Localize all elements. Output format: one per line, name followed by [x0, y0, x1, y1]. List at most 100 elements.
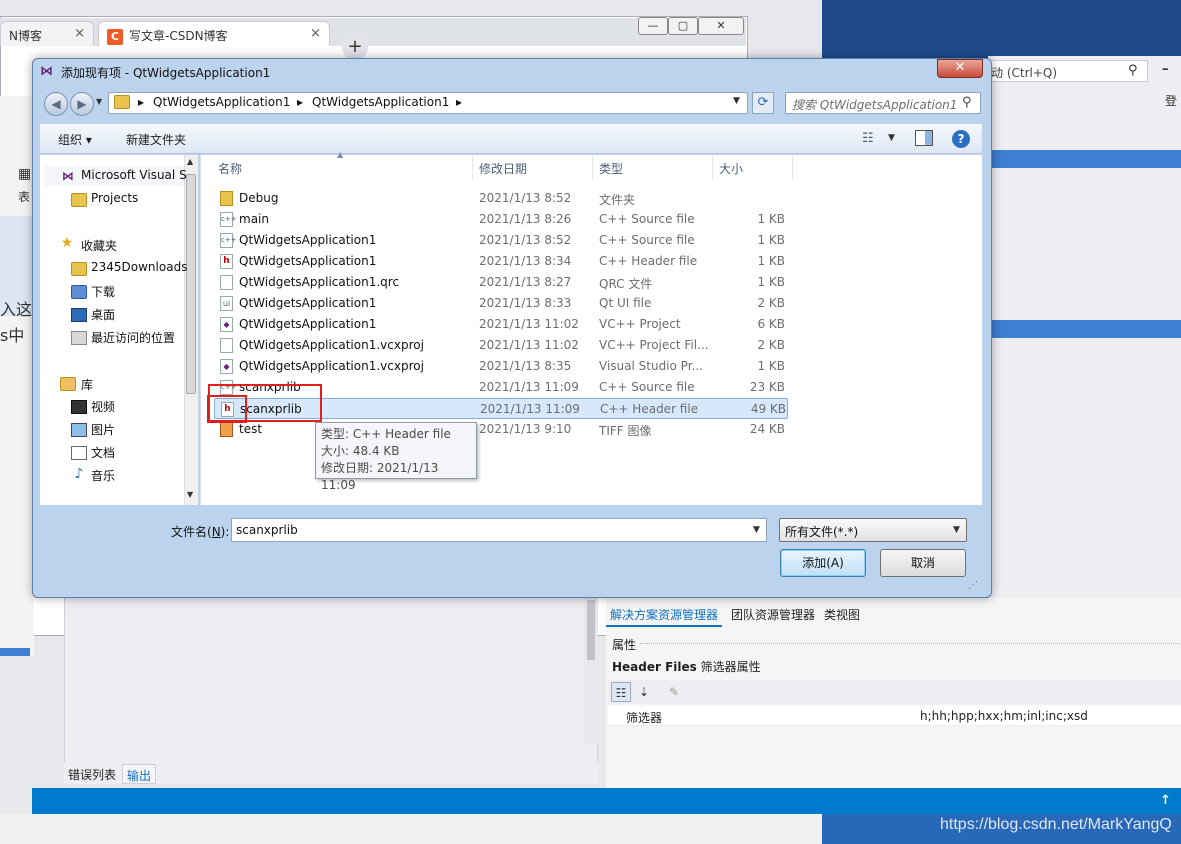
- column-divider[interactable]: [592, 156, 593, 180]
- preview-pane-icon[interactable]: [915, 130, 933, 146]
- history-dropdown-icon[interactable]: ▼: [96, 97, 102, 106]
- output-panel: [64, 596, 598, 764]
- close-icon[interactable]: ×: [310, 26, 321, 41]
- help-button[interactable]: ?: [952, 130, 970, 148]
- column-divider[interactable]: [792, 156, 793, 180]
- nav-item-documents[interactable]: 文档: [91, 444, 115, 461]
- forward-button[interactable]: ▶: [70, 92, 94, 116]
- search-input[interactable]: 搜索 QtWidgetsApplication1: [785, 92, 981, 114]
- property-value[interactable]: h;hh;hpp;hxx;hm;inl;inc;xsd: [920, 709, 1088, 723]
- tab-solution-explorer[interactable]: 解决方案资源管理器: [606, 604, 723, 627]
- add-button[interactable]: 添加(A): [780, 549, 866, 577]
- address-dropdown-icon[interactable]: ▼: [733, 96, 740, 106]
- refresh-button[interactable]: ⟳: [752, 92, 774, 114]
- close-icon[interactable]: ×: [74, 26, 85, 41]
- sort-alpha-icon[interactable]: ⇣: [634, 682, 654, 702]
- dialog-close-button[interactable]: ✕: [937, 59, 983, 78]
- column-header-size[interactable]: 大小: [719, 160, 743, 177]
- file-row[interactable]: QtWidgetsApplication1.vcxproj 2021/1/13 1…: [214, 335, 788, 356]
- new-tab-button[interactable]: +: [342, 34, 368, 60]
- file-date: 2021/1/13 11:09: [479, 380, 579, 394]
- chevron-right-icon[interactable]: ▸: [138, 95, 144, 109]
- resize-grip-icon[interactable]: ⋰: [968, 580, 978, 591]
- tab-error-list[interactable]: 错误列表: [64, 764, 120, 784]
- file-date: 2021/1/13 8:35: [479, 359, 572, 373]
- output-scroll-thumb[interactable]: [587, 600, 595, 660]
- file-type: C++ Source file: [599, 233, 695, 247]
- folder-icon: [71, 193, 87, 207]
- filetype-dropdown-icon[interactable]: ▼: [953, 525, 960, 535]
- tab-team-explorer[interactable]: 团队资源管理器: [727, 604, 819, 625]
- new-folder-button[interactable]: 新建文件夹: [126, 131, 186, 148]
- vs-quick-launch[interactable]: 动 (Ctrl+Q): [988, 60, 1148, 82]
- scroll-up-icon[interactable]: ▲: [187, 157, 193, 166]
- file-size: 1 KB: [757, 275, 785, 289]
- nav-item-libraries[interactable]: 库: [81, 376, 93, 393]
- vs-login-link[interactable]: 登: [1165, 92, 1177, 109]
- tooltip-size: 大小: 48.4 KB: [321, 444, 400, 458]
- cancel-button[interactable]: 取消: [880, 549, 966, 577]
- file-row[interactable]: c++ QtWidgetsApplication1 2021/1/13 8:52 C+…: [214, 230, 788, 251]
- breadcrumb-item[interactable]: QtWidgetsApplication1: [153, 95, 290, 109]
- back-button[interactable]: ◀: [44, 92, 68, 116]
- nav-item-pictures[interactable]: 图片: [91, 421, 115, 438]
- minimize-button[interactable]: —: [638, 17, 668, 35]
- browser-tab-write-article[interactable]: C 写文章-CSDN博客 ×: [98, 21, 330, 46]
- view-options-icon[interactable]: ☷: [862, 131, 874, 146]
- nav-item-visual-studio[interactable]: Microsoft Visual S: [81, 168, 187, 182]
- tab-output[interactable]: 输出: [122, 764, 157, 784]
- table-icon: ▦: [18, 166, 32, 182]
- nav-item-videos[interactable]: 视频: [91, 398, 115, 415]
- column-header-date[interactable]: 修改日期: [479, 160, 527, 177]
- chevron-right-icon[interactable]: ▸: [297, 95, 303, 109]
- file-row[interactable]: h QtWidgetsApplication1 2021/1/13 8:34 C++ …: [214, 251, 788, 272]
- wrench-icon[interactable]: ✎: [664, 682, 684, 702]
- column-header-type[interactable]: 类型: [599, 160, 623, 177]
- organize-button[interactable]: 组织 ▾: [58, 131, 92, 148]
- chevron-right-icon[interactable]: ▸: [456, 95, 462, 109]
- file-row[interactable]: Debug 2021/1/13 8:52 文件夹: [214, 188, 788, 209]
- star-icon: ★: [60, 235, 74, 251]
- scroll-down-icon[interactable]: ▼: [187, 490, 193, 499]
- browser-tab-csdn[interactable]: N博客 ×: [0, 21, 94, 46]
- nav-item-downloads[interactable]: 下载: [91, 283, 115, 300]
- tab-class-view[interactable]: 类视图: [820, 604, 864, 625]
- close-button[interactable]: ✕: [698, 17, 744, 35]
- picture-icon: [71, 423, 87, 437]
- arrow-up-icon[interactable]: ↑: [1160, 793, 1171, 808]
- file-row[interactable]: c++ main 2021/1/13 8:26 C++ Source file 1 KB: [214, 209, 788, 230]
- cpp-file-icon: c++: [220, 212, 237, 227]
- nav-scroll-thumb[interactable]: [186, 174, 196, 394]
- nav-item-desktop[interactable]: 桌面: [91, 306, 115, 323]
- file-file-icon: [220, 275, 233, 290]
- breadcrumb-item[interactable]: QtWidgetsApplication1: [312, 95, 449, 109]
- h-file-icon: h: [220, 254, 233, 269]
- maximize-button[interactable]: ▢: [668, 17, 698, 35]
- file-date: 2021/1/13 8:34: [479, 254, 572, 268]
- nav-item-favorites[interactable]: 收藏夹: [81, 237, 117, 254]
- tiff-file-icon: [220, 422, 233, 437]
- column-divider[interactable]: [472, 156, 473, 180]
- file-row[interactable]: QtWidgetsApplication1.qrc 2021/1/13 8:27 Q…: [214, 272, 788, 293]
- minimize-icon[interactable]: –: [1162, 62, 1169, 77]
- column-divider[interactable]: [712, 156, 713, 180]
- filename-input[interactable]: scanxprlib: [231, 518, 767, 542]
- property-row[interactable]: 筛选器 h;hh;hpp;hxx;hm;inl;inc;xsd: [608, 706, 1181, 726]
- nav-item-downloads-2345[interactable]: 2345Downloads: [91, 260, 187, 274]
- nav-item-projects[interactable]: Projects: [91, 191, 138, 205]
- filetype-select[interactable]: 所有文件(*.*): [779, 518, 967, 542]
- categorized-icon[interactable]: ☷: [611, 682, 631, 702]
- file-row[interactable]: test 2021/1/13 9:10 TIFF 图像 24 KB: [214, 419, 788, 440]
- file-row[interactable]: ui QtWidgetsApplication1 2021/1/13 8:33 Qt …: [214, 293, 788, 314]
- column-header-name[interactable]: 名称: [218, 160, 242, 177]
- properties-object-name: Header Files: [612, 660, 697, 674]
- nav-item-music[interactable]: 音乐: [91, 467, 115, 484]
- file-date: 2021/1/13 8:52: [479, 191, 572, 205]
- nav-item-recent[interactable]: 最近访问的位置: [91, 329, 175, 346]
- file-row[interactable]: ◆ QtWidgetsApplication1 2021/1/13 11:02 VC+…: [214, 314, 788, 335]
- view-dropdown-icon[interactable]: ▼: [888, 133, 895, 143]
- highlight-box-icon: [207, 395, 247, 423]
- left-article-text: s中: [0, 326, 25, 345]
- file-row[interactable]: ◆ QtWidgetsApplication1.vcxproj 2021/1/13 …: [214, 356, 788, 377]
- filename-dropdown-icon[interactable]: ▼: [753, 525, 760, 535]
